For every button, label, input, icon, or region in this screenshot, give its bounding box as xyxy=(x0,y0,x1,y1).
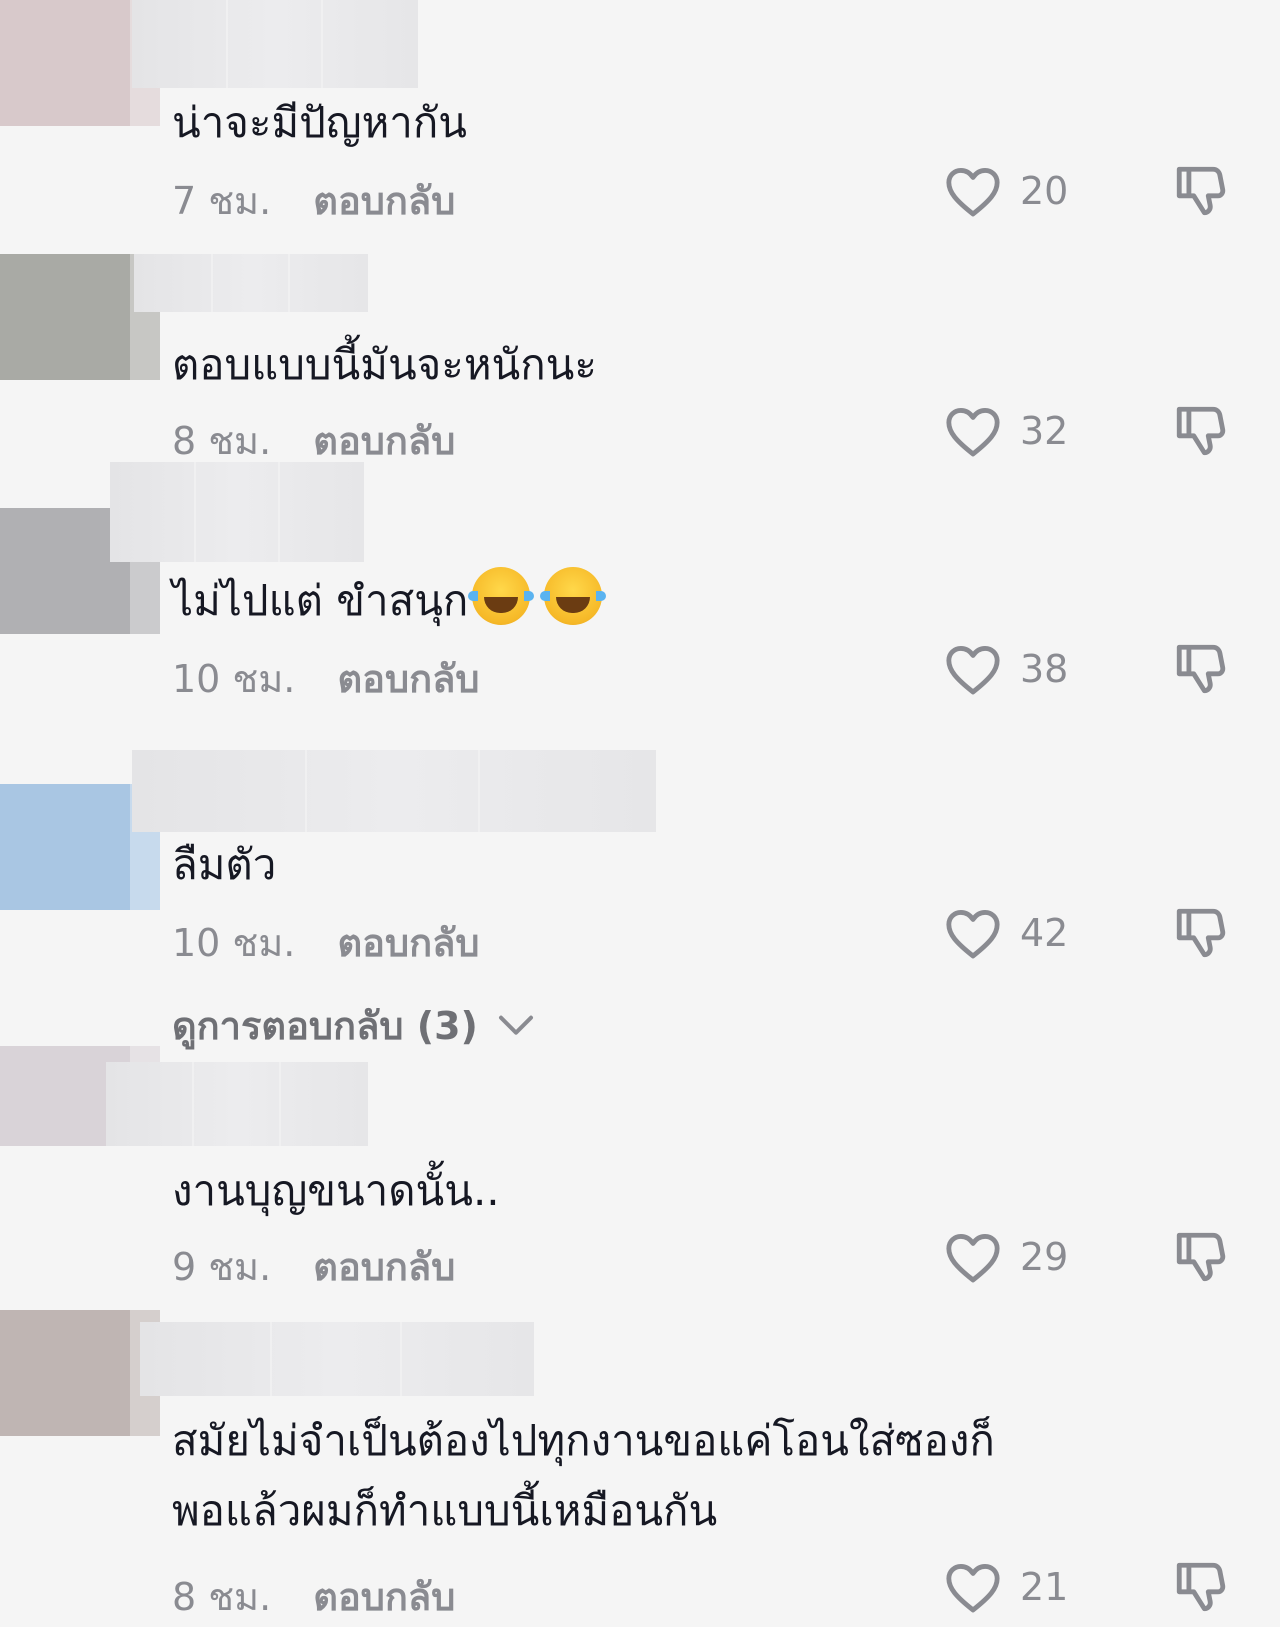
thumbs-down-icon xyxy=(1176,908,1226,958)
view-replies-button[interactable]: ดูการตอบกลับ (3) xyxy=(172,995,536,1056)
comment-text-line-2: พอแล้วผมก็ทำแบบนี้เหมือนกัน xyxy=(172,1486,718,1535)
username-blurred[interactable] xyxy=(134,254,368,312)
chevron-down-icon xyxy=(498,1015,533,1035)
face-with-tears-of-joy-icon xyxy=(540,567,607,625)
thumbs-down-icon xyxy=(1176,166,1226,216)
thumbs-down-icon xyxy=(1176,1562,1226,1612)
comment-meta: 8 ชม. ตอบกลับ xyxy=(172,1566,455,1627)
avatar[interactable] xyxy=(0,1310,160,1436)
comment-time: 10 ชม. xyxy=(172,657,296,701)
heart-outline-icon xyxy=(946,408,1000,457)
like-count: 20 xyxy=(1020,169,1069,213)
reply-button[interactable]: ตอบกลับ xyxy=(313,1575,455,1619)
like-button[interactable]: 38 xyxy=(944,642,1068,696)
comment-meta: 10 ชม. ตอบกลับ xyxy=(172,648,480,709)
face-with-tears-of-joy-icon xyxy=(468,567,535,625)
comment-meta: 9 ชม. ตอบกลับ xyxy=(172,1236,455,1297)
like-count: 21 xyxy=(1020,1565,1069,1609)
dislike-button[interactable] xyxy=(1172,1558,1230,1620)
comment-time: 8 ชม. xyxy=(172,419,272,463)
like-count: 32 xyxy=(1020,409,1069,453)
thumbs-down-icon xyxy=(1176,406,1226,456)
comment-time: 8 ชม. xyxy=(172,1575,272,1619)
like-count: 42 xyxy=(1020,911,1069,955)
like-button[interactable]: 29 xyxy=(944,1230,1068,1284)
dislike-button[interactable] xyxy=(1172,904,1230,966)
comment-text: ตอบแบบนี้มันจะหนักนะ xyxy=(172,340,597,389)
heart-outline-icon xyxy=(946,1234,1000,1283)
username-blurred[interactable] xyxy=(140,1322,534,1396)
comment-meta: 10 ชม. ตอบกลับ xyxy=(172,912,480,973)
heart-outline-icon xyxy=(946,910,1000,959)
like-button[interactable]: 20 xyxy=(944,164,1068,218)
comment-time: 10 ชม. xyxy=(172,921,296,965)
comment-time: 7 ชม. xyxy=(172,179,272,223)
comment-time: 9 ชม. xyxy=(172,1245,272,1289)
dislike-button[interactable] xyxy=(1172,640,1230,702)
view-replies-label: ดูการตอบกลับ (3) xyxy=(172,1004,478,1048)
username-blurred[interactable] xyxy=(132,750,656,832)
thumbs-down-icon xyxy=(1176,644,1226,694)
heart-outline-icon xyxy=(946,1564,1000,1613)
reply-button[interactable]: ตอบกลับ xyxy=(313,179,455,223)
comment-text: น่าจะมีปัญหากัน xyxy=(172,98,468,147)
dislike-button[interactable] xyxy=(1172,162,1230,224)
comment-text-content: ไม่ไปแต่ ขำสนุก xyxy=(172,576,469,625)
username-blurred[interactable] xyxy=(132,0,418,88)
like-button[interactable]: 32 xyxy=(944,404,1068,458)
username-blurred[interactable] xyxy=(110,462,364,562)
username-blurred[interactable] xyxy=(106,1062,368,1146)
dislike-button[interactable] xyxy=(1172,1228,1230,1290)
comment-text: ลืมตัว xyxy=(172,840,277,889)
thumbs-down-icon xyxy=(1176,1232,1226,1282)
like-button[interactable]: 42 xyxy=(944,906,1068,960)
reply-button[interactable]: ตอบกลับ xyxy=(337,921,479,965)
like-count: 38 xyxy=(1020,647,1069,691)
comment-text: ไม่ไปแต่ ขำสนุก xyxy=(172,566,607,636)
heart-outline-icon xyxy=(946,168,1000,217)
like-button[interactable]: 21 xyxy=(944,1560,1068,1614)
reply-button[interactable]: ตอบกลับ xyxy=(313,1245,455,1289)
like-count: 29 xyxy=(1020,1235,1069,1279)
comment-text: งานบุญขนาดนั้น.. xyxy=(172,1166,500,1215)
dislike-button[interactable] xyxy=(1172,402,1230,464)
reply-button[interactable]: ตอบกลับ xyxy=(337,657,479,701)
comment-text-line-1: สมัยไม่จำเป็นต้องไปทุกงานขอแค่โอนใส่ซองก… xyxy=(172,1416,995,1465)
reply-button[interactable]: ตอบกลับ xyxy=(313,419,455,463)
comment-meta: 7 ชม. ตอบกลับ xyxy=(172,170,455,231)
heart-outline-icon xyxy=(946,646,1000,695)
